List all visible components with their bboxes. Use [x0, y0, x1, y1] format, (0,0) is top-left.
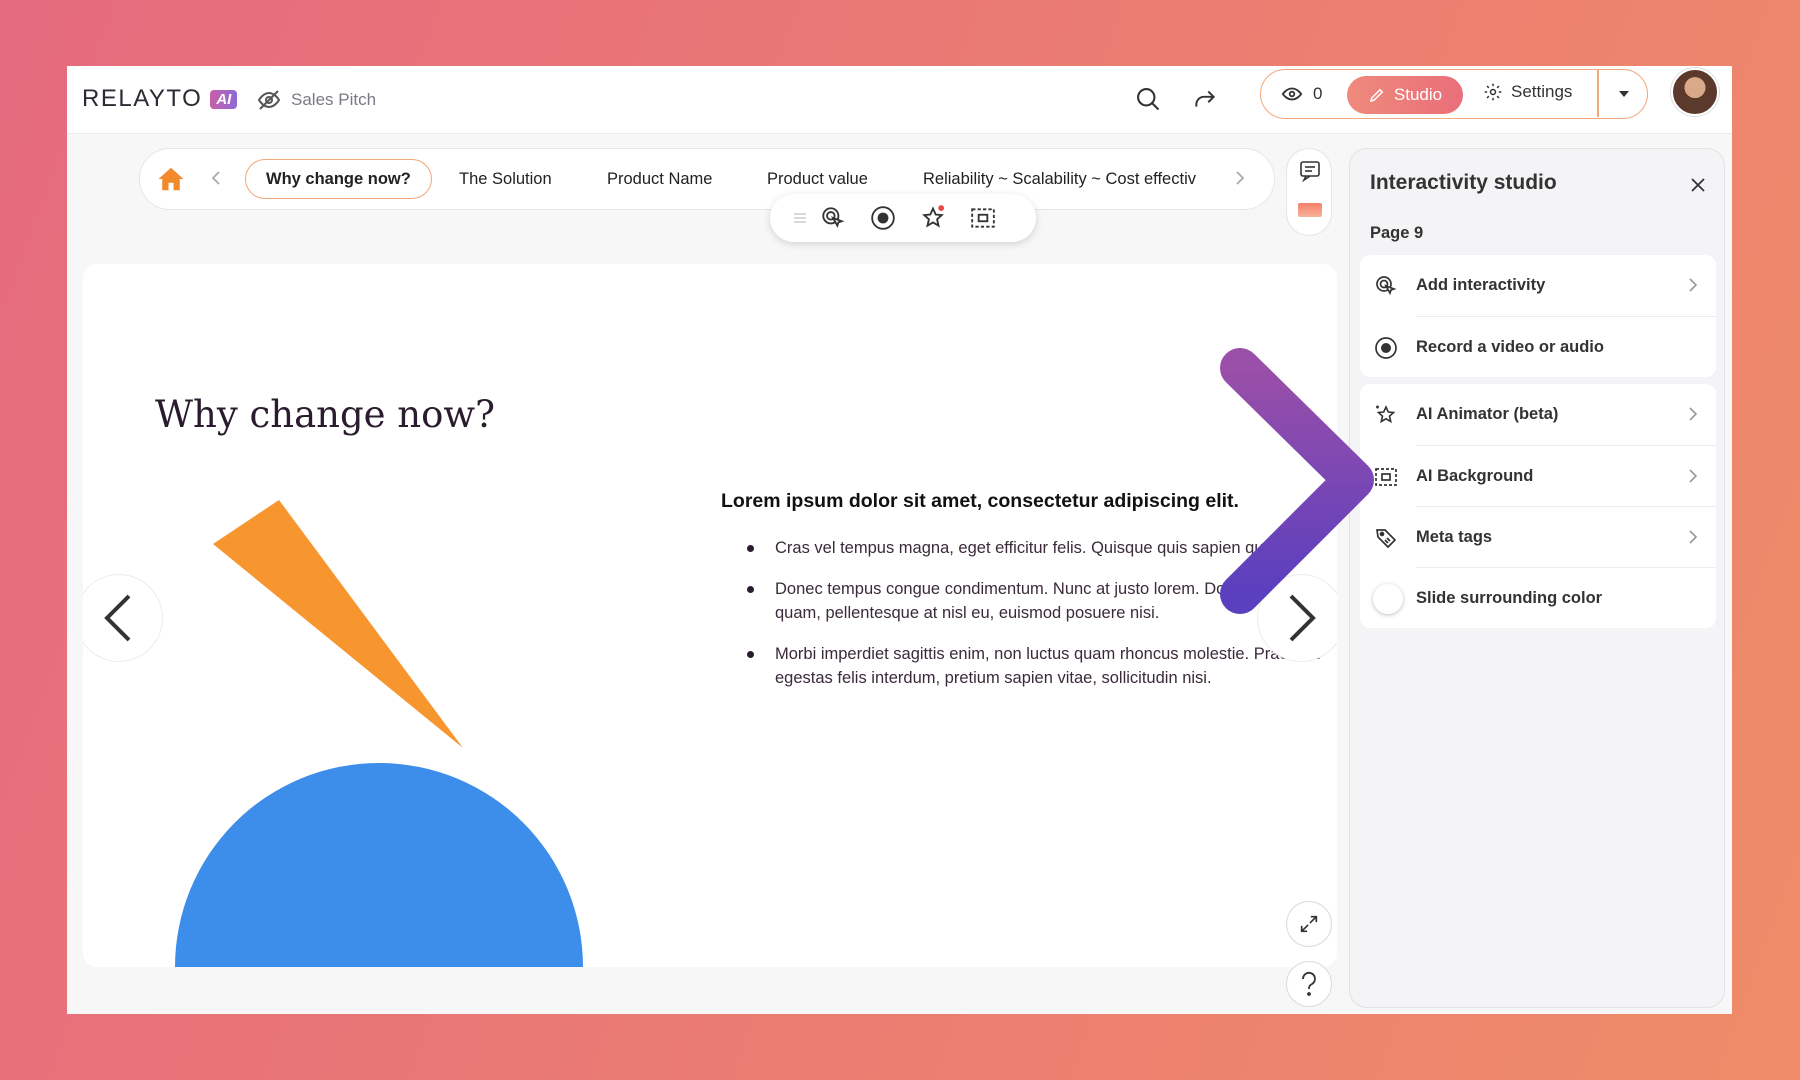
- tab-the-solution[interactable]: The Solution: [459, 159, 552, 199]
- slide-tools-pill: [770, 194, 1036, 242]
- slide-canvas: Why change now? Lorem ipsum dolor sit am…: [83, 264, 1337, 967]
- chevron-right-icon: [1689, 407, 1698, 421]
- meta-tags-item[interactable]: Meta tags: [1376, 506, 1716, 567]
- eye-icon: [1281, 87, 1303, 101]
- gear-icon: [1484, 83, 1502, 101]
- close-icon: [1691, 178, 1705, 192]
- sparkle-star-icon: [922, 204, 946, 228]
- ai-background-tool[interactable]: [969, 204, 997, 232]
- close-panel-button[interactable]: [1686, 173, 1710, 197]
- drag-handle-icon: [794, 213, 806, 223]
- slide-navigation-bar: Why change now? The Solution Product Nam…: [139, 148, 1275, 210]
- add-interactivity-label: Add interactivity: [1416, 276, 1546, 294]
- chevron-right-icon: [1689, 469, 1698, 483]
- settings-button-label: Settings: [1511, 82, 1573, 101]
- view-count-value: 0: [1313, 84, 1323, 103]
- settings-button[interactable]: Settings: [1483, 82, 1572, 102]
- top-bar: RELAYTO AI Sales Pitch 0 Studio Settings: [67, 66, 1732, 134]
- logo-text: RELAYTO: [82, 85, 203, 112]
- touch-icon: [822, 207, 845, 228]
- app-window: RELAYTO AI Sales Pitch 0 Studio Settings…: [67, 66, 1732, 1014]
- expand-icon: [1300, 915, 1318, 933]
- pencil-icon: [1369, 88, 1384, 103]
- ai-animator-item[interactable]: AI Animator (beta): [1360, 384, 1716, 445]
- add-interactivity-tool[interactable]: [819, 204, 847, 232]
- ai-background-item[interactable]: AI Background: [1375, 445, 1716, 506]
- help-button[interactable]: [1286, 961, 1332, 1007]
- panel-title: Interactivity studio: [1370, 171, 1557, 194]
- ai-animator-label: AI Animator (beta): [1416, 405, 1559, 423]
- panel-card-ai: AI Animator (beta) AI Background Meta ta…: [1360, 384, 1716, 628]
- ai-background-icon: [1375, 468, 1397, 486]
- record-tool[interactable]: [869, 204, 897, 232]
- chevron-right-icon: [1689, 530, 1698, 544]
- tab-product-name[interactable]: Product Name: [607, 159, 712, 199]
- page-label: Page 9: [1370, 224, 1424, 242]
- blue-semicircle-shape: [175, 763, 583, 967]
- add-interactivity-item[interactable]: Add interactivity: [1360, 255, 1716, 316]
- share-button[interactable]: [1188, 82, 1222, 116]
- comment-icon[interactable]: [1298, 159, 1322, 183]
- ai-background-label: AI Background: [1416, 466, 1534, 485]
- caret-down-icon: [1619, 90, 1629, 97]
- slide-shapes: [175, 500, 583, 967]
- search-icon: [1137, 88, 1160, 111]
- search-button[interactable]: [1131, 82, 1165, 116]
- chevron-right-icon[interactable]: [1230, 168, 1250, 188]
- drag-handle[interactable]: [786, 204, 814, 232]
- color-swatch-icon[interactable]: [1298, 203, 1322, 217]
- orange-triangle-shape: [213, 500, 463, 748]
- slide-heading: Lorem ipsum dolor sit amet, consectetur …: [721, 490, 1239, 512]
- chevron-right-icon: [1689, 278, 1698, 292]
- surrounding-color-toggle[interactable]: [1373, 584, 1403, 614]
- studio-button[interactable]: Studio: [1347, 76, 1463, 114]
- record-icon: [1375, 337, 1397, 359]
- panel-card-primary: Add interactivity Record a video or audi…: [1360, 255, 1716, 377]
- touch-icon: [1376, 276, 1397, 296]
- slide-surrounding-color-label: Slide surrounding color: [1416, 588, 1603, 607]
- tab-product-value[interactable]: Product value: [767, 159, 868, 199]
- relayto-logo[interactable]: RELAYTO AI: [82, 83, 238, 115]
- fullscreen-button[interactable]: [1286, 901, 1332, 947]
- document-title[interactable]: Sales Pitch: [257, 88, 376, 112]
- chevron-right-icon: [1289, 594, 1316, 642]
- ai-animator-tool[interactable]: [919, 204, 947, 232]
- record-video-item[interactable]: Record a video or audio: [1375, 316, 1716, 377]
- slide-bullet-list: Cras vel tempus magna, eget efficitur fe…: [743, 536, 1328, 707]
- user-avatar[interactable]: [1671, 68, 1719, 116]
- toolbar-pill-group: 0 Studio Settings: [1260, 69, 1648, 119]
- ai-background-icon: [971, 208, 995, 228]
- tag-icon: [1376, 529, 1397, 549]
- bullet-item: Donec tempus congue condimentum. Nunc at…: [743, 577, 1328, 625]
- studio-button-label: Studio: [1393, 85, 1443, 104]
- tab-why-change-now[interactable]: Why change now?: [245, 159, 432, 199]
- record-video-label: Record a video or audio: [1416, 337, 1604, 356]
- logo-ai-badge: AI: [210, 89, 238, 109]
- chevron-left-icon: [104, 594, 131, 642]
- next-slide-button[interactable]: [1257, 574, 1337, 662]
- bullet-item: Cras vel tempus magna, eget efficitur fe…: [743, 536, 1328, 560]
- view-count[interactable]: 0: [1281, 83, 1322, 105]
- hidden-eye-icon: [257, 90, 281, 110]
- interactivity-studio-panel: Interactivity studio Page 9 Add interact…: [1349, 148, 1725, 1008]
- home-icon[interactable]: [156, 164, 186, 194]
- meta-tags-label: Meta tags: [1416, 527, 1493, 546]
- slide-surrounding-color-item[interactable]: Slide surrounding color: [1373, 567, 1716, 628]
- more-options-dropdown[interactable]: [1601, 70, 1647, 117]
- side-tools: [1286, 148, 1332, 236]
- chevron-left-icon[interactable]: [206, 168, 226, 188]
- record-icon: [871, 206, 895, 230]
- question-mark-icon: [1302, 971, 1316, 996]
- sparkle-star-icon: [1376, 405, 1396, 424]
- bullet-item: Morbi imperdiet sagittis enim, non luctu…: [743, 642, 1328, 690]
- document-title-text: Sales Pitch: [291, 90, 377, 109]
- pill-divider: [1597, 70, 1599, 117]
- share-arrow-icon: [1195, 90, 1216, 107]
- tab-reliability[interactable]: Reliability ~ Scalability ~ Cost effecti…: [923, 159, 1214, 199]
